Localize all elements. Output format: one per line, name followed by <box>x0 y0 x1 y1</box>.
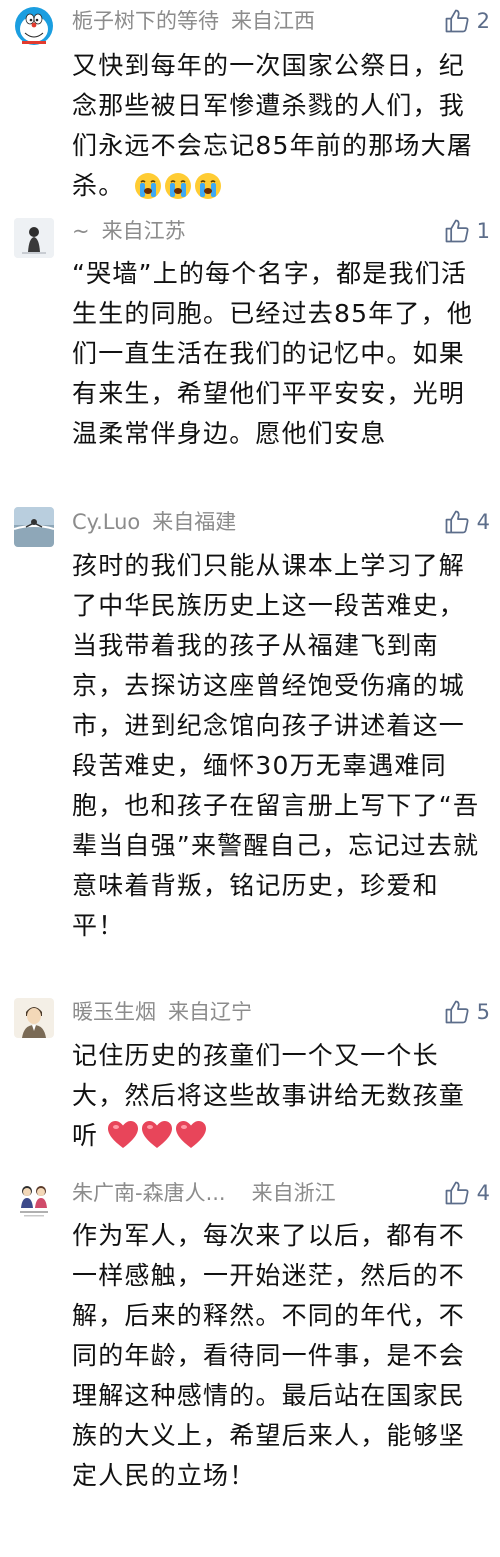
comment-meta: ~ 来自江苏 <box>72 214 186 248</box>
like-button[interactable]: 2 <box>443 4 490 38</box>
username[interactable]: 朱广南-森唐人... <box>72 1181 226 1205</box>
location: 来自浙江 <box>251 1181 336 1205</box>
like-count: 1 <box>476 219 490 243</box>
like-button[interactable]: 4 <box>443 505 490 539</box>
crying-emoji-icon <box>164 173 191 199</box>
comment-body: “哭墙”上的每个名字，都是我们活生生的同胞。已经过去85年了，他们一直生活在我们… <box>72 254 490 454</box>
user-avatar[interactable] <box>14 218 54 258</box>
person-avatar-icon <box>14 218 54 258</box>
comment-meta: 栀子树下的等待 来自江西 <box>72 4 315 38</box>
comment-text: 又快到每年的一次国家公祭日，纪念那些被日军惨遭杀戮的人们，我们永远不会忘记85年… <box>72 51 474 200</box>
like-button[interactable]: 5 <box>443 995 490 1029</box>
like-button[interactable]: 4 <box>443 1176 490 1210</box>
cartoon-man-avatar-icon <box>14 998 54 1038</box>
emoji-group <box>134 172 222 200</box>
like-count: 4 <box>476 510 490 534</box>
landscape-avatar-icon <box>14 507 54 547</box>
user-avatar[interactable] <box>14 998 54 1038</box>
username[interactable]: 栀子树下的等待 <box>72 9 219 33</box>
comment-meta: Cy.Luo 来自福建 <box>72 505 236 539</box>
like-button[interactable]: 1 <box>443 214 490 248</box>
comment-body: 作为军人，每次来了以后，都有不一样感触，一开始迷茫，然后的不解，后来的释然。不同… <box>72 1216 490 1496</box>
comment-body: 记住历史的孩童们一个又一个长大，然后将这些故事讲给无数孩童听 <box>72 1036 490 1156</box>
location: 来自福建 <box>152 510 237 534</box>
heart-emoji-icon <box>142 1121 173 1148</box>
comment-text: 作为军人，每次来了以后，都有不一样感触，一开始迷茫，然后的不解，后来的释然。不同… <box>72 1221 466 1490</box>
heart-emoji-icon <box>176 1121 207 1148</box>
crying-emoji-icon <box>134 173 161 199</box>
username[interactable]: 暖玉生烟 <box>72 1000 156 1024</box>
user-avatar[interactable] <box>14 1180 54 1220</box>
comment-text: “哭墙”上的每个名字，都是我们活生生的同胞。已经过去85年了，他们一直生活在我们… <box>72 259 474 448</box>
comment-meta: 朱广南-森唐人... 来自浙江 <box>72 1176 336 1210</box>
heart-emoji-icon <box>108 1121 139 1148</box>
thumbs-up-icon <box>445 510 469 534</box>
user-avatar[interactable] <box>14 6 54 46</box>
doraemon-avatar-icon <box>15 7 53 45</box>
like-count: 2 <box>476 9 490 33</box>
location: 来自江苏 <box>101 219 186 243</box>
comment-body: 孩时的我们只能从课本上学习了解了中华民族历史上这一段苦难史，当我带着我的孩子从福… <box>72 546 490 946</box>
crying-emoji-icon <box>194 173 221 199</box>
comment-text: 孩时的我们只能从课本上学习了解了中华民族历史上这一段苦难史，当我带着我的孩子从福… <box>72 551 480 940</box>
thumbs-up-icon <box>445 1181 469 1205</box>
thumbs-up-icon <box>445 9 469 33</box>
like-count: 5 <box>476 1000 490 1024</box>
location: 来自辽宁 <box>168 1000 252 1024</box>
like-count: 4 <box>476 1181 490 1205</box>
thumbs-up-icon <box>445 1000 469 1024</box>
username[interactable]: ~ <box>72 219 90 243</box>
comment-meta: 暖玉生烟 来自辽宁 <box>72 995 252 1029</box>
thumbs-up-icon <box>445 219 469 243</box>
location: 来自江西 <box>231 9 315 33</box>
user-avatar[interactable] <box>14 507 54 547</box>
comment-body: 又快到每年的一次国家公祭日，纪念那些被日军惨遭杀戮的人们，我们永远不会忘记85年… <box>72 46 490 206</box>
emoji-group <box>107 1120 207 1150</box>
username[interactable]: Cy.Luo <box>72 510 140 534</box>
couple-avatar-icon <box>14 1180 54 1220</box>
